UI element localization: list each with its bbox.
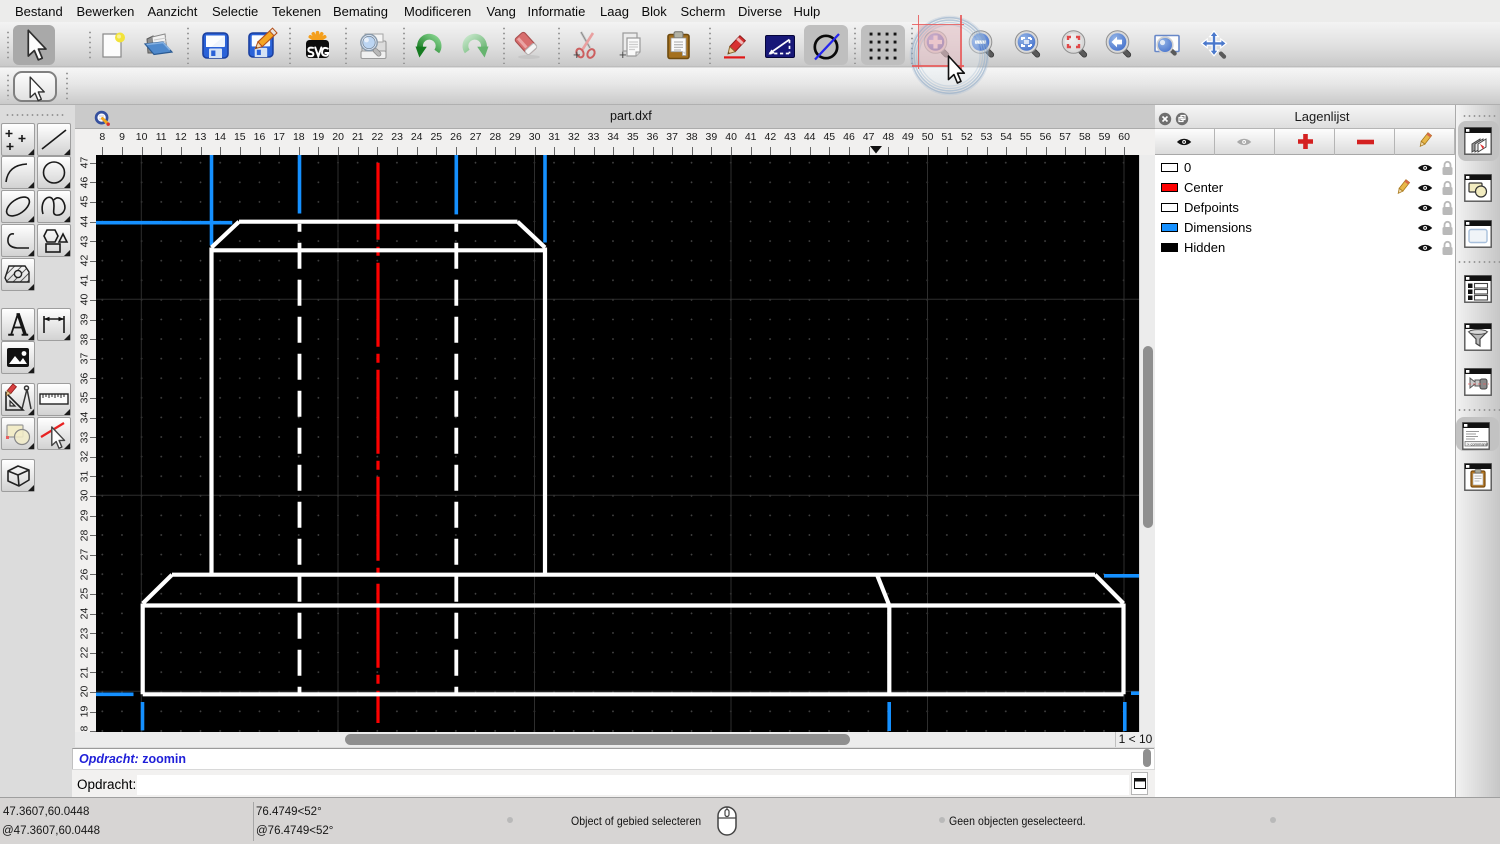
svg-text:+: +	[619, 47, 627, 62]
svg-text:+: +	[573, 47, 581, 62]
svg-text:> command: > command	[1467, 441, 1488, 446]
